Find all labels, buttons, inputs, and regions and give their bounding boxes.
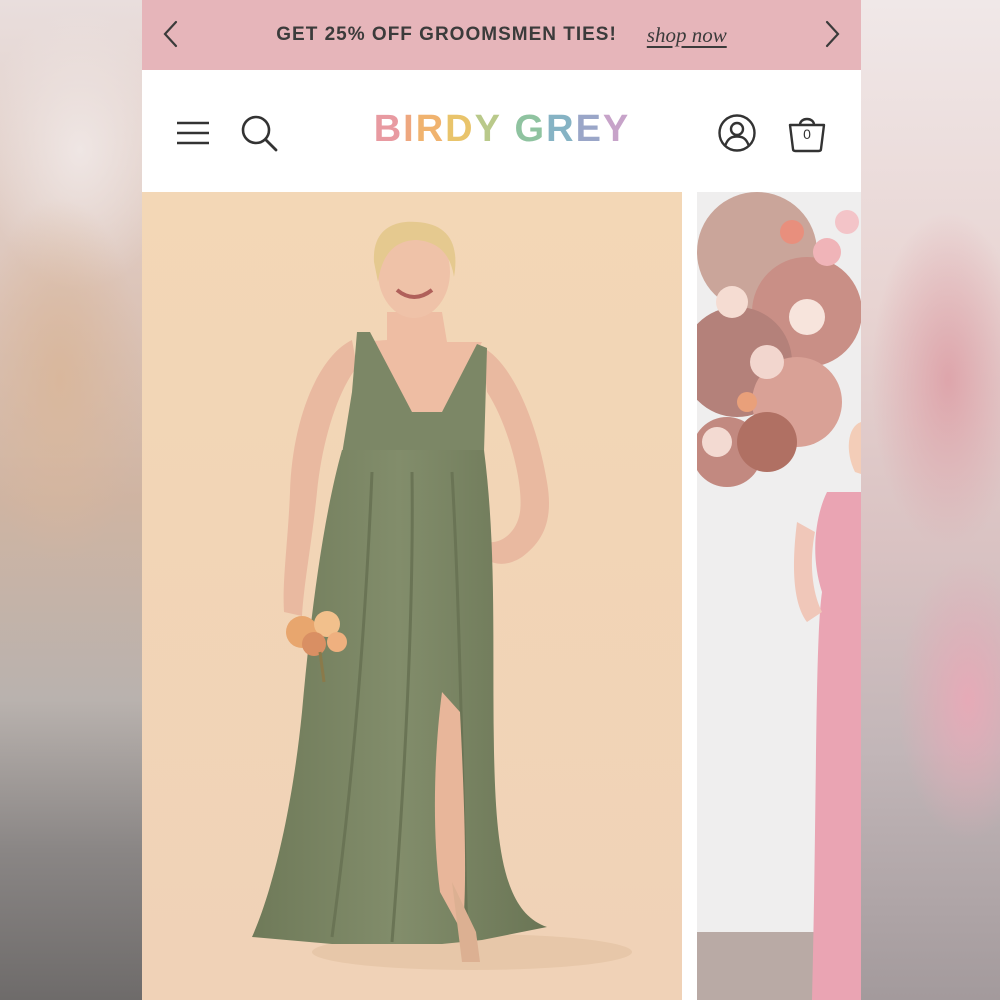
- logo-letter: B: [373, 108, 404, 150]
- promo-next-button[interactable]: [815, 17, 849, 51]
- logo-letter: E: [575, 108, 603, 150]
- blurred-background-right: [858, 0, 1000, 1000]
- hamburger-menu-button[interactable]: [172, 112, 214, 154]
- model-in-sage-green-gown: [142, 192, 682, 1000]
- logo-letter: [502, 108, 515, 151]
- logo-letter: D: [445, 108, 475, 150]
- logo-letter: Y: [474, 108, 502, 150]
- user-icon: [718, 114, 756, 152]
- search-icon: [241, 115, 278, 152]
- promo-prev-button[interactable]: [154, 17, 188, 51]
- account-button[interactable]: [716, 112, 758, 154]
- site-header: BIRDY GREY 0: [142, 70, 861, 192]
- blurred-background-left: [0, 0, 142, 1000]
- phone-screen: GET 25% OFF GROOMSMEN TIES! shop now BIR…: [142, 0, 861, 1000]
- logo-letter: I: [403, 108, 416, 150]
- search-button[interactable]: [238, 112, 280, 154]
- hamburger-menu-icon: [177, 121, 209, 145]
- product-image-pink-dress[interactable]: [697, 192, 861, 1000]
- cart-count: 0: [803, 126, 811, 142]
- birdy-grey-logo[interactable]: BIRDY GREY: [372, 108, 632, 151]
- shopping-bag-button[interactable]: 0: [786, 112, 828, 154]
- promo-banner: GET 25% OFF GROOMSMEN TIES! shop now: [142, 0, 861, 70]
- chevron-left-icon: [163, 20, 178, 48]
- promo-text: GET 25% OFF GROOMSMEN TIES!: [276, 24, 617, 45]
- logo-letter: Y: [602, 108, 631, 150]
- chevron-right-icon: [825, 20, 840, 48]
- model-in-pink-gown-with-floral-arch: [697, 192, 861, 1000]
- logo-letter: R: [546, 108, 576, 150]
- logo-letter: G: [514, 108, 547, 150]
- logo-letter: R: [415, 108, 446, 150]
- promo-shop-now-link[interactable]: shop now: [647, 23, 727, 48]
- product-image-green-dress[interactable]: [142, 192, 682, 1000]
